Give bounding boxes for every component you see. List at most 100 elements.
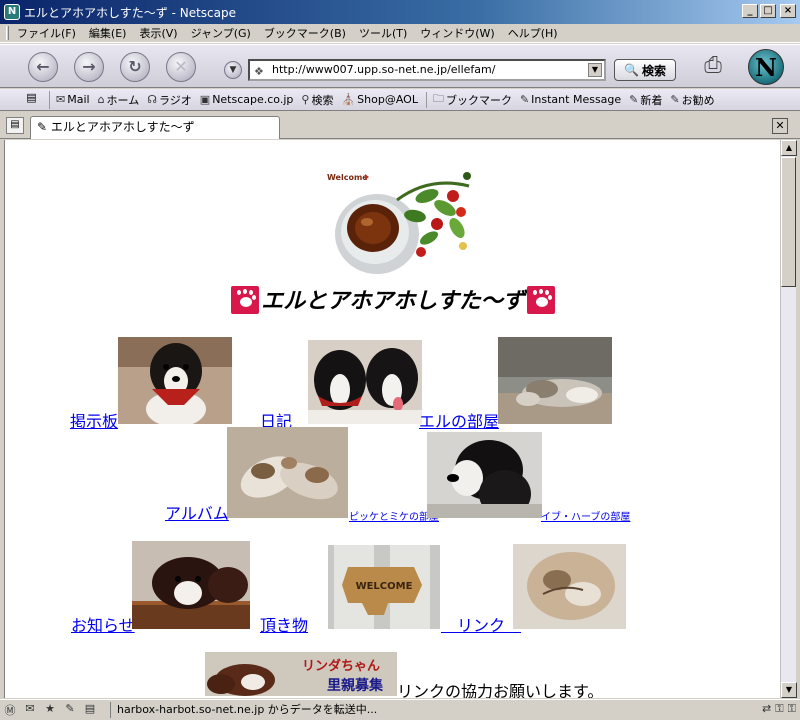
menu-bookmarks[interactable]: ブックマーク(B): [264, 25, 346, 41]
netscape-status-icon[interactable]: Ⓜ: [0, 702, 20, 718]
close-tab-button[interactable]: ✕: [772, 118, 788, 134]
menu-file[interactable]: ファイル(F): [17, 25, 76, 41]
menu-grip: [6, 26, 9, 40]
toolbar-item-search[interactable]: ⚲ 検索: [301, 92, 333, 108]
url-dropdown-button[interactable]: ▼: [588, 63, 602, 77]
mail-icon: ✉: [56, 93, 66, 106]
window-title: エルとアホアホしすた～ず - Netscape: [24, 5, 236, 20]
radio-icon: ☊: [147, 93, 157, 106]
shop-icon: ⛪: [341, 93, 356, 106]
album-link[interactable]: アルバム: [165, 500, 229, 524]
bbs-dog-photo[interactable]: [118, 337, 232, 424]
toolbar-item-label: Shop@AOL: [357, 93, 418, 106]
security-icon[interactable]: ⚿: [775, 702, 783, 716]
stop-icon: ✕: [174, 57, 188, 76]
online-status-icon[interactable]: ⇄: [762, 702, 771, 716]
pikke-mike-room-link[interactable]: ピッケとミケの部屋: [349, 508, 439, 523]
bbs-link[interactable]: 掲示板: [70, 408, 118, 432]
netscape-logo[interactable]: N: [748, 49, 784, 85]
linda-foster-banner[interactable]: リンダちゃん 里親募集: [205, 652, 397, 696]
toolbar-item-instant-message[interactable]: ✎ Instant Message: [520, 93, 621, 106]
forward-arrow-icon: →: [82, 57, 96, 76]
menu-window[interactable]: ウィンドウ(W): [420, 25, 494, 41]
url-bar-container: ▼ ❖ http://www007.upp.so-net.ne.jp/ellef…: [224, 59, 606, 81]
tab-active[interactable]: ✎ エルとアホアホしすた～ず: [30, 116, 280, 139]
bookmark-folder-icon: 🗀: [432, 92, 444, 105]
title-bar: N エルとアホアホしすた～ず - Netscape _ □ ×: [0, 0, 800, 24]
scroll-down-button[interactable]: ▼: [781, 682, 797, 698]
toolbar-item-mail[interactable]: ✉ Mail: [56, 93, 90, 106]
tab-label: エルとアホアホしすた～ず: [50, 120, 195, 134]
my-netscape-icon: ▣: [199, 93, 211, 106]
close-window-button[interactable]: ×: [780, 4, 796, 18]
toolbar-item-recommend[interactable]: ✎ お勧め: [670, 92, 714, 108]
tabs-icon: ▤: [26, 90, 37, 104]
ibu-herb-room-link[interactable]: イブ・ハーブの部屋: [541, 508, 630, 523]
close-icon: ✕: [775, 119, 785, 132]
url-input[interactable]: ❖ http://www007.upp.so-net.ne.jp/ellefam…: [248, 59, 606, 81]
reload-button[interactable]: ↻: [120, 52, 150, 82]
toolbar-item-radio[interactable]: ☊ ラジオ: [147, 92, 192, 108]
cat-closeup-photo[interactable]: [513, 544, 626, 629]
dog-lying-photo[interactable]: [132, 541, 250, 629]
toolbar-item-label: ラジオ: [159, 93, 192, 107]
composer-icon[interactable]: ✎: [60, 702, 80, 718]
menu-help[interactable]: ヘルプ(H): [508, 25, 558, 41]
chevron-down-icon: ▼: [229, 65, 237, 75]
scrollbar-thumb[interactable]: [781, 157, 796, 287]
address-book-icon[interactable]: ▤: [80, 702, 100, 718]
personal-toolbar: ▤ ✉ Mail ⌂ ホーム ☊ ラジオ ▣ Netscape.co.jp ⚲ 検索 ⛪ S…: [0, 89, 800, 111]
new-tab-button[interactable]: ▤: [6, 117, 24, 134]
minimize-button[interactable]: _: [742, 4, 758, 18]
forward-button[interactable]: →: [74, 52, 104, 82]
welcome-image: Welcome: [319, 166, 475, 280]
toolbar-separator: [425, 91, 427, 108]
status-indicators: ⇄ ⚿ ⚿: [762, 702, 796, 716]
toolbar-item-new[interactable]: ✎ 新着: [629, 92, 662, 108]
dog-profile-photo[interactable]: [427, 432, 542, 518]
menu-go[interactable]: ジャンプ(G): [191, 25, 251, 41]
window-controls: _ □ ×: [742, 4, 796, 18]
cats-playing-photo[interactable]: [227, 427, 348, 518]
toolbar-item-netscape[interactable]: ▣ Netscape.co.jp: [200, 93, 294, 106]
url-text: http://www007.upp.so-net.ne.jp/ellefam/: [272, 63, 496, 76]
printer-icon: ⎙: [704, 53, 722, 78]
paw-print-icon: [526, 286, 555, 314]
maximize-button[interactable]: □: [760, 4, 776, 18]
welcome-sign-text: WELCOME: [356, 581, 413, 592]
padlock-icon[interactable]: ⚿: [788, 702, 796, 716]
link-page-link[interactable]: リンク: [441, 612, 521, 636]
navigation-toolbar: ← → ↻ ✕ ▼ ❖ http://www007.upp.so-net.ne.…: [0, 44, 800, 88]
search-button[interactable]: 🔍 検索: [614, 59, 676, 81]
diary-dogs-photo[interactable]: [308, 340, 422, 424]
gifts-link[interactable]: 頂き物: [260, 612, 308, 636]
back-arrow-icon: ←: [36, 57, 50, 76]
menu-bar: ファイル(F) 編集(E) 表示(V) ジャンプ(G) ブックマーク(B) ツー…: [0, 24, 800, 43]
back-button[interactable]: ←: [28, 52, 58, 82]
welcome-sign-photo[interactable]: WELCOME: [328, 545, 440, 629]
menu-edit[interactable]: 編集(E): [89, 25, 127, 41]
toolbar-item-label: ブックマーク: [445, 93, 512, 107]
print-button[interactable]: ⎙: [696, 53, 730, 79]
status-bar: Ⓜ ✉ ★ ✎ ▤ harbox-harbot.so-net.ne.jp からデ…: [0, 699, 800, 720]
welcome-text: Welcome: [327, 173, 368, 182]
menu-view[interactable]: 表示(V): [139, 25, 177, 41]
status-text: harbox-harbot.so-net.ne.jp からデータを転送中...: [110, 702, 680, 718]
tab-toggle-button[interactable]: ▤: [14, 90, 50, 109]
instant-message-icon[interactable]: ★: [40, 702, 60, 718]
vertical-scrollbar[interactable]: ▲ ▼: [780, 140, 797, 698]
mail-status-icon[interactable]: ✉: [20, 702, 40, 718]
news-link[interactable]: お知らせ: [71, 612, 135, 636]
cat-sleeping-photo[interactable]: [498, 337, 612, 424]
toolbar-item-home[interactable]: ⌂ ホーム: [98, 92, 140, 108]
elle-room-link[interactable]: エルの部屋: [419, 408, 499, 432]
scroll-up-button[interactable]: ▲: [781, 140, 797, 156]
toolbar-item-label: 新着: [640, 93, 663, 107]
toolbar-item-shop[interactable]: ⛪ Shop@AOL: [341, 93, 418, 106]
toolbar-item-bookmarks[interactable]: 🗀 ブックマーク: [433, 90, 512, 109]
reload-icon: ↻: [128, 57, 142, 76]
toolbar-grip: [2, 91, 14, 109]
menu-tools[interactable]: ツール(T): [359, 25, 407, 41]
stop-button[interactable]: ✕: [166, 52, 196, 82]
url-history-button[interactable]: ▼: [224, 61, 242, 79]
